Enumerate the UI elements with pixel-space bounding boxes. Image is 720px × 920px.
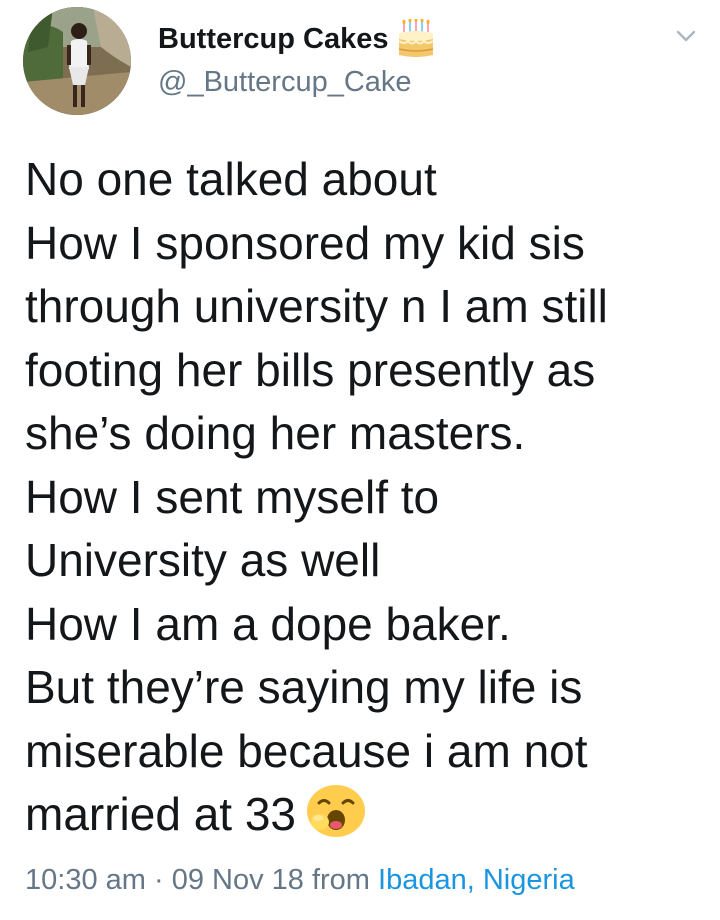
tweet-text-line: through university n I am still: [25, 280, 608, 332]
user-handle[interactable]: @_Buttercup_Cake: [158, 66, 412, 99]
tweet-text-line: No one talked about: [25, 153, 437, 205]
tweet-date[interactable]: 09 Nov 18: [172, 864, 304, 896]
tweet-text-last-words: married at 33: [25, 788, 297, 840]
tweet-time[interactable]: 10:30 am: [25, 864, 146, 896]
tweet-text-line: footing her bills presently as: [25, 343, 596, 396]
tweet-meta: 10:30 am · 09 Nov 18 from Ibadan, Nigeri…: [25, 864, 575, 897]
tweet-text-line: How I sent myself to: [25, 470, 440, 523]
yawning-face-icon: [306, 784, 366, 838]
tweet-text-line: University as well: [25, 534, 381, 586]
tweet-text-line-last: married at 33: [25, 783, 705, 847]
author-name-row[interactable]: Buttercup Cakes: [158, 18, 436, 59]
avatar[interactable]: [23, 7, 131, 115]
tweet-text-line: How I am a dope baker.: [25, 597, 511, 650]
tweet-card: Buttercup Cakes @_Buttercup_Cake No one …: [0, 0, 720, 920]
chevron-down-icon[interactable]: [674, 24, 698, 48]
tweet-text-line: But they’re saying my life is: [25, 661, 583, 713]
meta-separator: ·: [145, 864, 172, 896]
birthday-cake-icon: [396, 18, 436, 59]
tweet-text-line: miserable because i am not: [25, 724, 588, 777]
tweet-text-line: How I sponsored my kid sis: [25, 216, 585, 269]
tweet-text-line: she’s doing her masters.: [25, 407, 526, 459]
display-name[interactable]: Buttercup Cakes: [158, 23, 388, 56]
tweet-location-link[interactable]: Ibadan, Nigeria: [378, 864, 575, 896]
tweet-text: No one talked about How I sponsored my k…: [25, 148, 705, 847]
avatar-photo: [23, 7, 131, 115]
from-label: from: [303, 864, 379, 896]
